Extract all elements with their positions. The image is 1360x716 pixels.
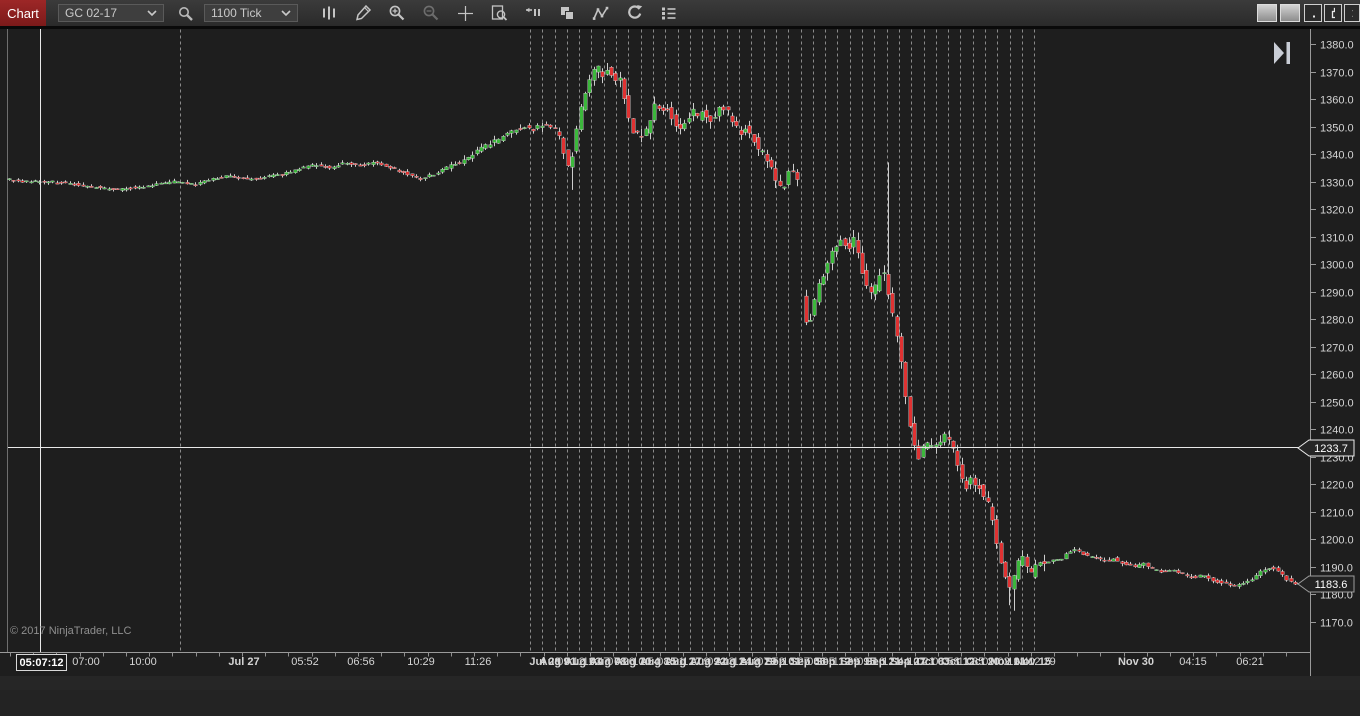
- instrument-search-button[interactable]: [172, 2, 198, 24]
- reload-data-button[interactable]: [622, 2, 648, 24]
- time-axis-label: 05:52: [291, 656, 319, 668]
- svg-text:1183.6: 1183.6: [1315, 579, 1348, 591]
- minimize-button[interactable]: [1304, 4, 1322, 22]
- chart-style-icon: [323, 6, 335, 20]
- instrument-selector-value: GC 02-17: [65, 6, 118, 20]
- chart-trader-icon: [526, 7, 540, 16]
- time-axis-label: Jul 27: [228, 656, 260, 668]
- data-box-icon: [491, 5, 508, 21]
- chart-window: Chart GC 02-17 1100 Tick 1380.0 1370.0 1…: [0, 0, 1360, 716]
- plot-left-border: [7, 29, 8, 652]
- close-button[interactable]: [1344, 4, 1360, 22]
- indicators-button[interactable]: [588, 2, 614, 24]
- reload-icon: [628, 5, 643, 19]
- last-price-tag: 1183.6: [1297, 575, 1355, 593]
- properties-button[interactable]: [656, 2, 682, 24]
- instrument-link-button[interactable]: [1257, 4, 1277, 22]
- close-icon: [1352, 9, 1353, 17]
- time-axis-line: [0, 652, 1311, 653]
- chevron-down-icon: [147, 9, 157, 17]
- tab-bar: GC 02-17 +: [0, 690, 1360, 716]
- time-axis-label: 04:15: [1179, 656, 1207, 668]
- copyright-text: © 2017 NinjaTrader, LLC: [10, 625, 132, 637]
- crosshair-icon: [457, 5, 473, 21]
- zoom-out-icon: [423, 5, 439, 21]
- overlapping-windows-icon: [561, 7, 574, 20]
- interval-selector-value: 1100 Tick: [211, 6, 262, 20]
- chart-trader-button[interactable]: [520, 2, 546, 24]
- interval-link-button[interactable]: [1280, 4, 1300, 22]
- toolbar: Chart GC 02-17 1100 Tick: [0, 0, 1360, 26]
- time-axis-label: 06:56: [347, 656, 375, 668]
- zoom-in-button[interactable]: [384, 2, 410, 24]
- crosshair-time-tag: 05:07:12: [16, 654, 67, 671]
- time-axis-label: 10:29: [407, 656, 435, 668]
- chart-plot-area[interactable]: [8, 29, 1310, 652]
- chart-style-button[interactable]: [316, 2, 342, 24]
- instrument-selector[interactable]: GC 02-17: [58, 4, 164, 22]
- minimize-icon: [1313, 15, 1315, 18]
- chevron-down-icon: [281, 9, 291, 17]
- interval-selector[interactable]: 1100 Tick: [204, 4, 298, 22]
- crosshair-price-tag: 1233.7: [1297, 439, 1355, 456]
- restore-icon: [1331, 7, 1335, 19]
- svg-text:1233.7: 1233.7: [1314, 443, 1348, 455]
- window-title-badge: Chart: [0, 0, 46, 26]
- time-axis-labels: 07:00 10:00 Jul 27 05:52 06:56 10:29 11:26 Jul …: [0, 656, 1360, 672]
- horizontal-scrollbar[interactable]: [0, 676, 1360, 690]
- time-axis-label: Nov 30: [1117, 656, 1155, 668]
- bring-to-front-button[interactable]: [554, 2, 580, 24]
- zoom-in-icon: [389, 5, 405, 21]
- play-triangle-icon: [1274, 42, 1284, 64]
- data-box-button[interactable]: [486, 2, 512, 24]
- zoom-out-button[interactable]: [418, 2, 444, 24]
- drawing-tools-button[interactable]: [350, 2, 376, 24]
- go-to-end-button[interactable]: [1273, 41, 1293, 65]
- time-axis-label: 10:00: [129, 656, 157, 668]
- time-axis-label: 06:21: [1236, 656, 1264, 668]
- time-axis-label: 07:00: [72, 656, 100, 668]
- pencil-icon: [356, 4, 372, 21]
- time-axis-label: 11:26: [464, 656, 492, 668]
- search-icon: [178, 6, 193, 21]
- time-axis-label: 12:29: [1028, 656, 1056, 668]
- properties-list-icon: [662, 7, 676, 19]
- indicators-zigzag-icon: [592, 6, 609, 20]
- restore-button[interactable]: [1324, 4, 1342, 22]
- crosshair-cursor-button[interactable]: [452, 2, 478, 24]
